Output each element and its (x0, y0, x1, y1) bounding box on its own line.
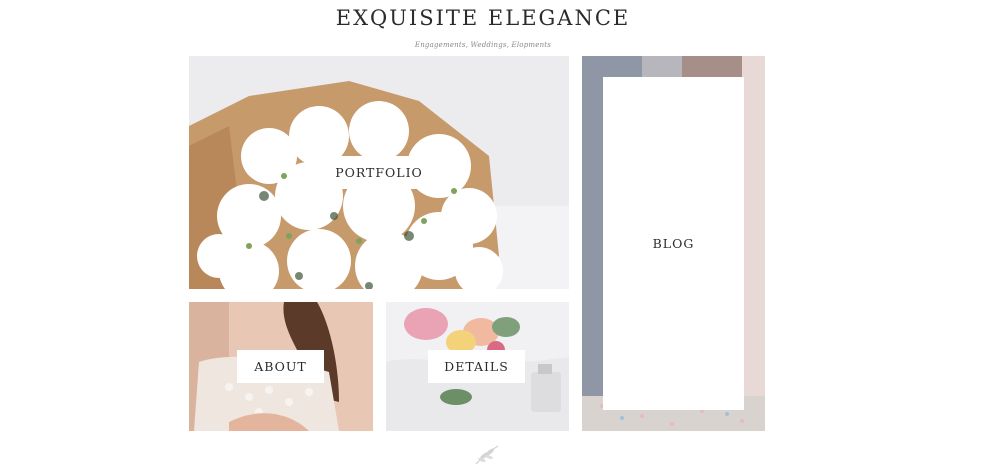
blog-tile[interactable]: BLOG (582, 56, 765, 431)
portfolio-tile[interactable]: PORTFOLIO (189, 56, 569, 289)
details-label[interactable]: DETAILS (428, 350, 525, 383)
site-title: EXQUISITE ELEGANCE (335, 6, 631, 30)
leaf-sprig-icon (475, 445, 499, 464)
details-tile[interactable]: DETAILS (386, 302, 569, 431)
blog-label[interactable]: BLOG (603, 77, 744, 410)
about-label[interactable]: ABOUT (237, 350, 324, 383)
about-tile[interactable]: ABOUT (189, 302, 373, 431)
portfolio-label[interactable]: PORTFOLIO (320, 156, 438, 189)
site-tagline: Engagements, Weddings, Elopments (414, 41, 552, 49)
